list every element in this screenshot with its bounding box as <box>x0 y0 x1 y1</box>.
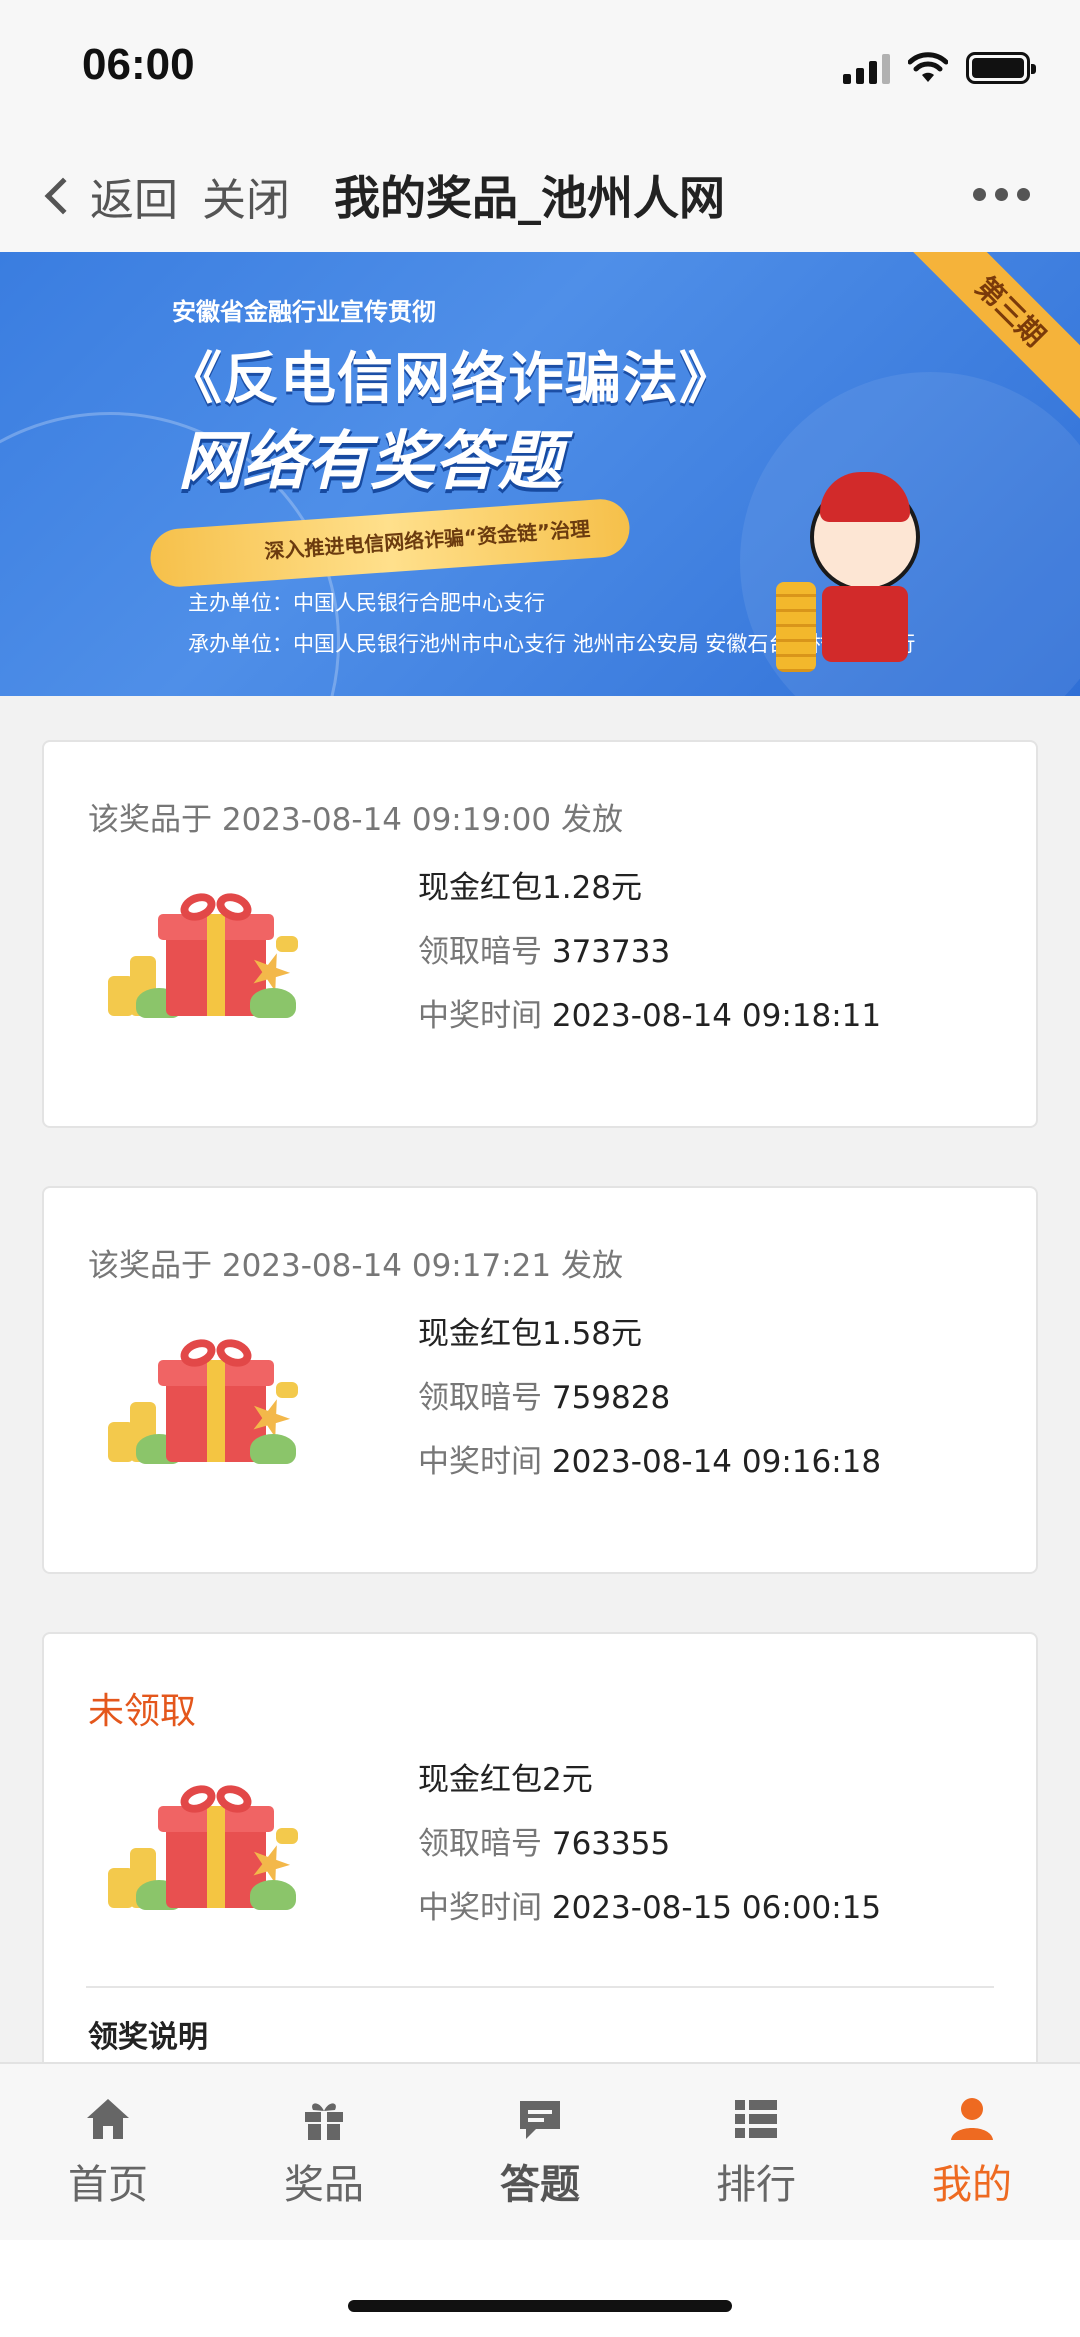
tab-label: 奖品 <box>284 2162 364 2208</box>
tab-label: 答题 <box>500 2162 580 2208</box>
claim-code: 763355 <box>551 1826 671 1862</box>
divider <box>86 1986 994 1988</box>
tab-bar: 首页 奖品 答题 排行 我的 <box>0 2062 1080 2240</box>
claim-code: 759828 <box>551 1380 671 1416</box>
status-time: 06:00 <box>82 40 195 89</box>
user-icon <box>947 2094 997 2144</box>
gift-icon <box>100 1334 320 1478</box>
win-time: 2023-08-14 09:16:18 <box>551 1444 882 1480</box>
code-label: 领取暗号 <box>418 1380 542 1416</box>
tab-home[interactable]: 首页 <box>0 2064 216 2240</box>
back-button[interactable]: 返回 <box>40 164 178 228</box>
banner-subtitle: 安徽省金融行业宣传贯彻 <box>172 298 436 326</box>
banner-quiz-title: 网络有奖答题 <box>178 425 562 499</box>
gift-icon <box>299 2094 349 2144</box>
mascot-illustration <box>800 472 930 672</box>
home-icon <box>83 2094 133 2144</box>
prize-card[interactable]: 该奖品于 2023-08-14 09:19:00 发放 现金红包1.28元 领取… <box>42 740 1038 1128</box>
claim-code: 373733 <box>551 934 671 970</box>
tab-quiz[interactable]: 答题 <box>432 2064 648 2240</box>
tab-ranking[interactable]: 排行 <box>648 2064 864 2240</box>
promo-banner: 安徽省金融行业宣传贯彻 《反电信网络诈骗法》 网络有奖答题 深入推进电信网络诈骗… <box>0 252 1080 696</box>
more-dots-icon <box>973 188 986 201</box>
home-indicator-area <box>0 2240 1080 2337</box>
back-label: 返回 <box>90 175 178 226</box>
tab-mine[interactable]: 我的 <box>864 2064 1080 2240</box>
status-bar: 06:00 <box>0 0 1080 126</box>
prize-card[interactable]: 该奖品于 2023-08-14 09:17:21 发放 现金红包1.58元 领取… <box>42 1186 1038 1574</box>
list-icon <box>731 2094 781 2144</box>
close-button[interactable]: 关闭 <box>202 164 290 228</box>
win-time: 2023-08-14 09:18:11 <box>551 998 882 1034</box>
home-indicator[interactable] <box>348 2300 732 2312</box>
nav-bar: 返回 关闭 我的奖品_池州人网 <box>0 126 1080 252</box>
more-menu-button[interactable] <box>973 188 1030 201</box>
tab-prizes[interactable]: 奖品 <box>216 2064 432 2240</box>
claim-instructions-title: 领奖说明 <box>88 2020 208 2055</box>
prize-name: 现金红包2元 <box>418 1762 593 1798</box>
banner-host: 主办单位：中国人民银行合肥中心支行 <box>188 591 545 615</box>
unclaimed-status: 未领取 <box>88 1691 197 1732</box>
banner-title: 《反电信网络诈骗法》 <box>166 347 736 412</box>
code-label: 领取暗号 <box>418 1826 542 1862</box>
code-label: 领取暗号 <box>418 934 542 970</box>
wifi-icon <box>908 52 948 82</box>
gift-icon <box>100 1780 320 1924</box>
chat-icon <box>515 2094 565 2144</box>
win-time-label: 中奖时间 <box>418 1890 542 1926</box>
chevron-left-icon <box>44 177 82 215</box>
tab-label: 首页 <box>68 2162 148 2208</box>
page-title: 我的奖品_池州人网 <box>334 171 725 225</box>
prize-issued-text: 该奖品于 2023-08-14 09:17:21 发放 <box>88 1248 623 1284</box>
tab-label: 排行 <box>716 2162 796 2208</box>
tab-label: 我的 <box>932 2162 1012 2208</box>
win-time-label: 中奖时间 <box>418 1444 542 1480</box>
prize-name: 现金红包1.28元 <box>418 870 643 906</box>
prize-card[interactable]: 未领取 现金红包2元 领取暗号 763355 中奖时间 2023-08-15 0… <box>42 1632 1038 2132</box>
prize-name: 现金红包1.58元 <box>418 1316 643 1352</box>
win-time-label: 中奖时间 <box>418 998 542 1034</box>
battery-icon <box>966 52 1036 84</box>
prize-issued-text: 该奖品于 2023-08-14 09:19:00 发放 <box>88 802 623 838</box>
win-time: 2023-08-15 06:00:15 <box>551 1890 882 1926</box>
status-icons <box>843 48 1036 88</box>
gift-icon <box>100 888 320 1032</box>
signal-icon <box>843 52 890 84</box>
